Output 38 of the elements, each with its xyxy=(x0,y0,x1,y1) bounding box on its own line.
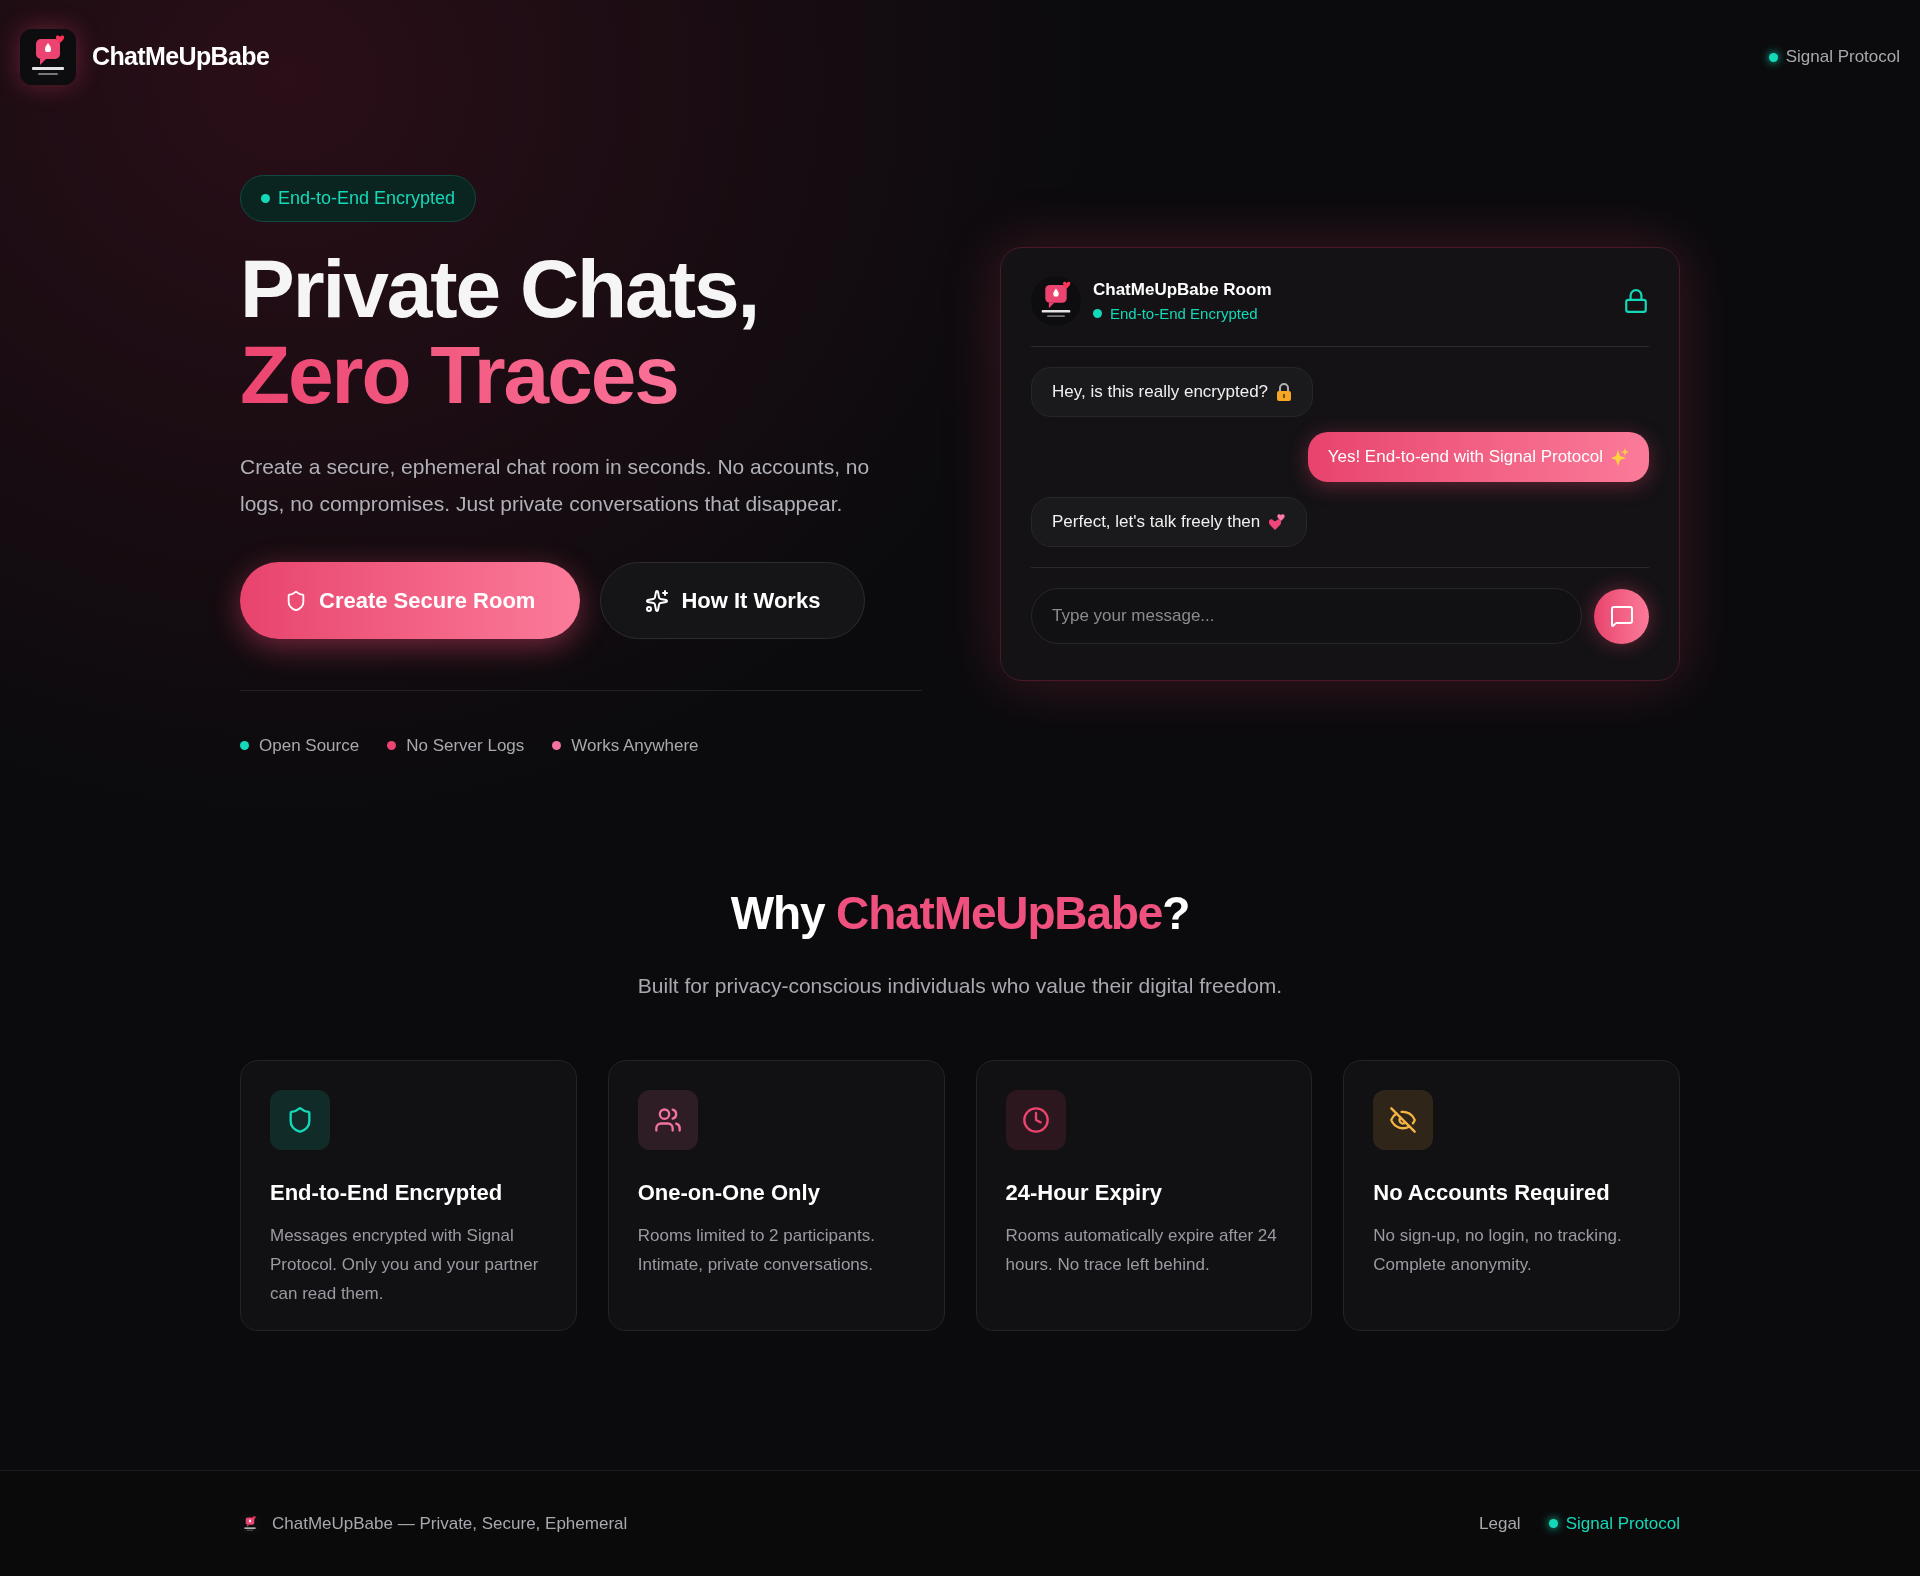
hearts-icon xyxy=(1268,513,1287,531)
room-avatar xyxy=(1031,276,1081,326)
protocol-label: Signal Protocol xyxy=(1785,46,1900,69)
message-text: Hey, is this really encrypted? xyxy=(1052,381,1269,404)
protocol-label: Signal Protocol xyxy=(1565,1512,1680,1535)
highlight-label: Works Anywhere xyxy=(571,735,699,757)
feature-title: 24-Hour Expiry xyxy=(1005,1178,1163,1207)
section-subtitle: Built for privacy-conscious individuals who value their digital freedom. xyxy=(637,973,1283,999)
feature-description: No sign-up, no login, no tracking. Complete anonymity. xyxy=(1373,1224,1623,1276)
feature-title: End-to-End Encrypted xyxy=(270,1178,504,1207)
sparkles-icon xyxy=(1611,448,1629,466)
lock-icon xyxy=(1276,383,1293,401)
feature-title: One-on-One Only xyxy=(637,1178,821,1207)
hero-description: Create a secure, ephemeral chat room in seconds. No accounts, no logs, no compromises. Just private conversations that disappear. xyxy=(240,454,871,517)
room-name: ChatMeUpBabe Room xyxy=(1093,279,1272,301)
highlight-label: Open Source xyxy=(259,735,360,757)
room-status: End-to-End Encrypted xyxy=(1110,303,1258,324)
section-title: Why ChatMeUpBabe? xyxy=(730,886,1190,941)
send-button[interactable] xyxy=(1594,588,1649,644)
message-input[interactable]: Type your message... xyxy=(1031,588,1582,644)
how-it-works-button[interactable]: How It Works xyxy=(600,562,866,639)
message-icon xyxy=(1609,604,1634,628)
lock-icon xyxy=(1623,288,1649,314)
sparkles-icon xyxy=(645,588,670,613)
brand-name: ChatMeUpBabe xyxy=(92,41,270,73)
footer-tagline: ChatMeUpBabe — Private, Secure, Ephemeral xyxy=(272,1512,628,1535)
message-text: Yes! End-to-end with Signal Protocol xyxy=(1327,446,1603,469)
encryption-badge: End-to-End Encrypted xyxy=(240,175,477,222)
message-text: Perfect, let's talk freely then xyxy=(1052,511,1261,534)
hero-title: Private Chats, xyxy=(240,246,760,332)
legal-link[interactable]: Legal xyxy=(1479,1510,1521,1537)
feature-title: No Accounts Required xyxy=(1373,1178,1611,1207)
shield-icon xyxy=(285,589,307,612)
feature-description: Messages encrypted with Signal Protocol. Only you and your partner can read them. xyxy=(270,1224,540,1305)
feature-description: Rooms automatically expire after 24 hours. No trace left behind. xyxy=(1005,1224,1278,1276)
app-logo xyxy=(20,29,76,85)
feature-description: Rooms limited to 2 participants. Intimate, private conversations. xyxy=(637,1224,876,1276)
highlight-label: No Server Logs xyxy=(406,735,525,757)
